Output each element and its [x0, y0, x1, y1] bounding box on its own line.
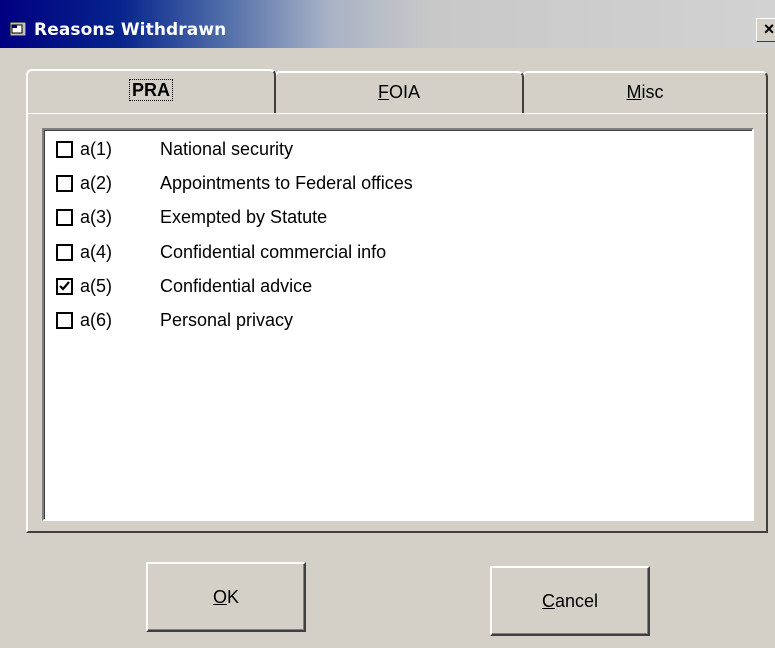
title-bar: Reasons Withdrawn ×	[0, 0, 775, 48]
tab-misc[interactable]: Misc	[522, 71, 768, 113]
checkbox[interactable]	[56, 243, 73, 261]
window-title: Reasons Withdrawn	[34, 20, 227, 40]
reason-description: Confidential commercial info	[160, 241, 387, 262]
ok-button[interactable]: OK	[146, 562, 306, 632]
reason-code: a(5)	[80, 275, 113, 296]
checkbox[interactable]	[56, 175, 73, 193]
tab-panel-pra: a(1) National security a(2) Appointments to…	[26, 112, 768, 533]
list-item[interactable]: a(1) National security	[56, 137, 736, 161]
reason-code: a(6)	[80, 310, 113, 330]
checkbox[interactable]	[56, 141, 73, 158]
list-item[interactable]: a(2) Appointments to Federal offices	[56, 171, 736, 195]
app-icon	[10, 22, 26, 36]
checkbox-checked[interactable]	[56, 277, 73, 295]
close-button[interactable]: ×	[756, 18, 775, 42]
checkmark-icon	[59, 281, 70, 291]
checkbox[interactable]	[56, 312, 73, 329]
reason-code: a(3)	[80, 207, 113, 228]
ok-label: OK	[212, 587, 240, 607]
list-item[interactable]: a(5) Confidential advice	[56, 274, 736, 298]
cancel-button[interactable]: Cancel	[490, 566, 650, 636]
reason-code: a(2)	[80, 173, 113, 194]
reason-description: Personal privacy	[160, 310, 294, 330]
reason-code: a(1)	[80, 139, 113, 159]
reason-description: Exempted by Statute	[160, 207, 328, 228]
tab-foia[interactable]: FOIA	[274, 71, 524, 113]
reason-description: Confidential advice	[160, 275, 313, 296]
list-item[interactable]: a(4) Confidential commercial info	[56, 240, 736, 264]
tab-label-rest: OIA	[388, 82, 420, 102]
reasons-list[interactable]: a(1) National security a(2) Appointments to…	[42, 128, 754, 521]
reason-code: a(4)	[80, 241, 113, 262]
cancel-label: Cancel	[541, 591, 599, 611]
tab-label: PRA	[128, 79, 173, 101]
tab-label: Misc	[626, 82, 664, 102]
tab-pra[interactable]: PRA	[26, 69, 276, 113]
list-item[interactable]: a(3) Exempted by Statute	[56, 205, 736, 229]
tab-label: FOIA	[377, 82, 420, 102]
list-item[interactable]: a(6) Personal privacy	[56, 308, 736, 332]
checkbox[interactable]	[56, 209, 73, 227]
tab-label-rest: isc	[641, 82, 664, 102]
reason-description: National security	[160, 139, 294, 159]
reason-description: Appointments to Federal offices	[160, 173, 413, 194]
